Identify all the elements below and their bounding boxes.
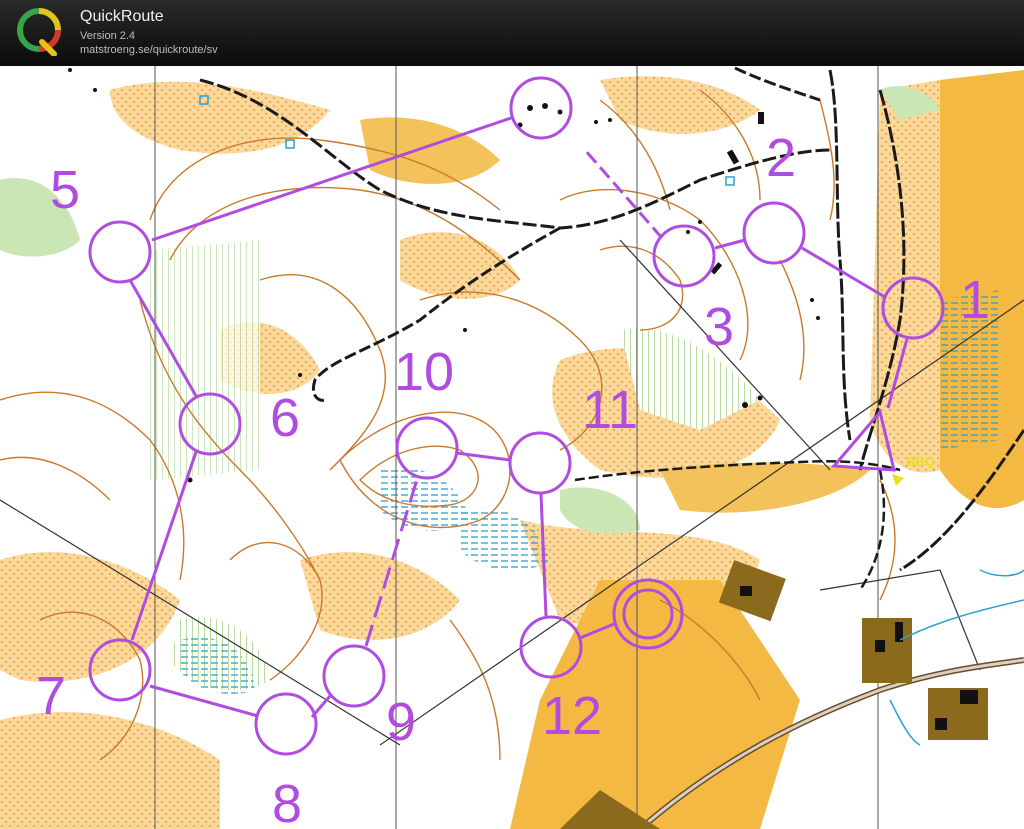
title-bar: QuickRoute Version 2.4 matstroeng.se/qui…: [0, 0, 1024, 66]
control-5-number: 5: [50, 160, 80, 220]
app-title: QuickRoute: [80, 8, 164, 25]
map-canvas: BBQ 1 2 3 5 6 7 8 9 10 11 12: [0, 66, 1024, 829]
control-11-number: 11: [582, 380, 638, 440]
control-3-number: 3: [704, 297, 734, 357]
control-6-number: 6: [270, 388, 300, 448]
app-url[interactable]: matstroeng.se/quickroute/sv: [80, 44, 218, 56]
control-9-number: 9: [386, 692, 416, 752]
control-1-number: 1: [960, 270, 990, 330]
orienteering-map[interactable]: BBQ 1 2 3 5 6 7 8 9 10 11 12: [0, 66, 1024, 829]
control-8-number: 8: [272, 774, 302, 829]
control-10-number: 10: [394, 342, 454, 402]
control-7-number: 7: [36, 666, 66, 726]
quickroute-logo-icon: [17, 8, 61, 56]
bbq-label: BBQ: [906, 454, 935, 469]
control-12-number: 12: [542, 686, 602, 746]
control-2-number: 2: [766, 128, 796, 188]
app-version: Version 2.4: [80, 30, 136, 42]
